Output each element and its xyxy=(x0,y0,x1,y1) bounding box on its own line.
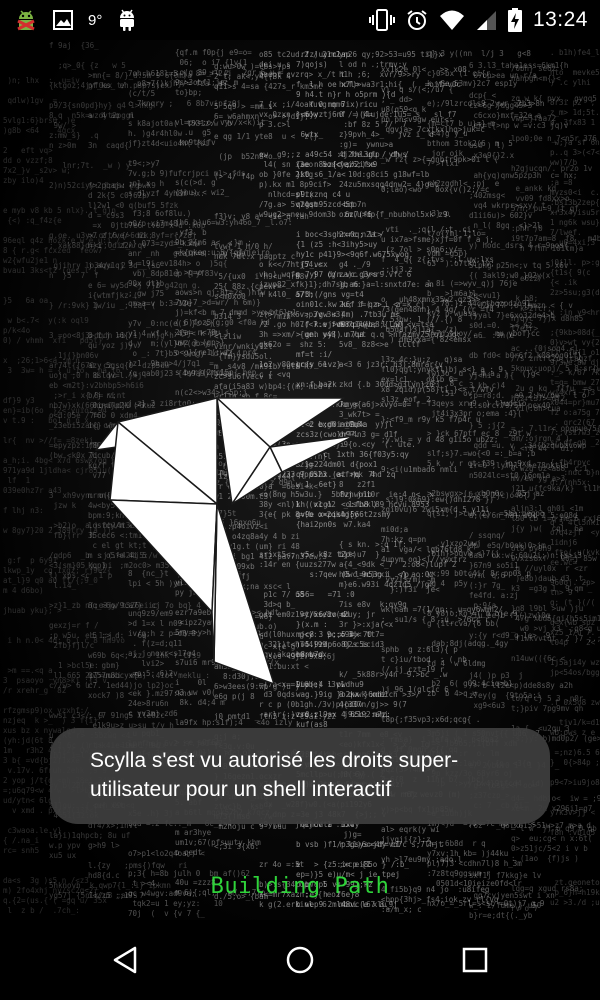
signal-icon xyxy=(475,9,497,31)
back-icon xyxy=(111,945,139,980)
status-bar: 9° 13:24 xyxy=(0,0,600,40)
home-icon xyxy=(285,945,315,980)
recents-button[interactable] xyxy=(455,942,495,982)
alarm-icon xyxy=(405,8,429,32)
image-icon xyxy=(52,9,74,31)
back-button[interactable] xyxy=(105,942,145,982)
wifi-icon xyxy=(439,9,465,31)
home-button[interactable] xyxy=(280,942,320,982)
screen: 9° 13:24)n; lhx: .u=iv qdlw)1gv =. 5vl… xyxy=(0,0,600,1000)
building-path-text: Building Path xyxy=(210,874,390,899)
status-bar-notifications: 9° xyxy=(14,6,138,34)
clock-text: 13:24 xyxy=(532,8,588,31)
navigation-bar xyxy=(0,924,600,1000)
code-texture-column: . b1h)fe4_lcu9)dy 8u;c { nto mevke5 vh )… xyxy=(550,48,600,907)
temperature-text: 9° xyxy=(88,11,103,29)
android-icon xyxy=(116,8,138,32)
recents-icon xyxy=(461,946,489,979)
status-bar-system: 13:24 xyxy=(368,6,588,34)
origami-bird-icon xyxy=(92,392,362,692)
android-debug-icon xyxy=(14,7,38,33)
vibrate-icon xyxy=(368,8,395,32)
toast-message: Scylla s'est vu autorisé les droits supe… xyxy=(50,728,550,824)
battery-charging-icon xyxy=(507,7,523,33)
toast-text: Scylla s'est vu autorisé les droits supe… xyxy=(90,749,459,801)
